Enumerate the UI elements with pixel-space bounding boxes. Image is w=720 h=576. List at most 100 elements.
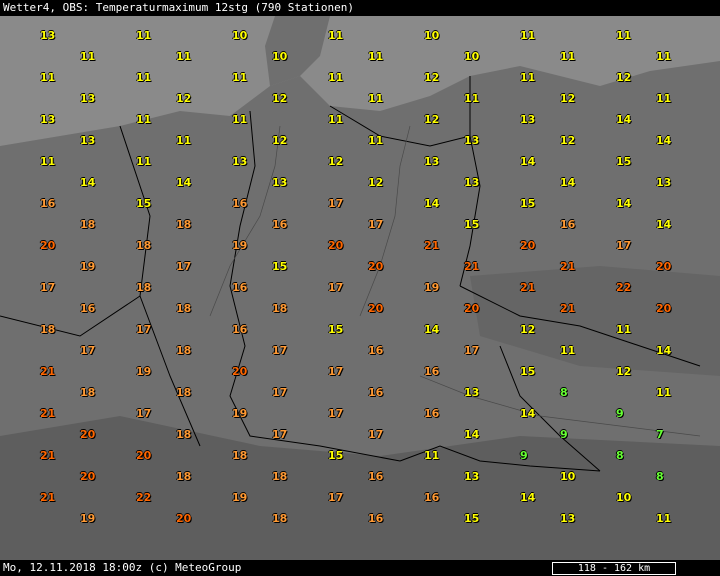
station-reading: 16 — [368, 470, 384, 483]
station-reading: 14 — [656, 134, 672, 147]
station-reading: 21 — [40, 491, 56, 504]
station-reading: 8 — [616, 449, 624, 462]
station-reading: 19 — [80, 512, 96, 525]
station-reading: 10 — [560, 470, 576, 483]
station-reading: 13 — [40, 113, 56, 126]
station-reading: 17 — [328, 197, 344, 210]
station-reading: 18 — [176, 386, 192, 399]
station-reading: 12 — [272, 134, 288, 147]
station-reading: 22 — [616, 281, 632, 294]
station-reading: 9 — [520, 449, 528, 462]
station-reading: 17 — [368, 428, 384, 441]
station-reading: 13 — [464, 470, 480, 483]
station-reading: 15 — [520, 197, 536, 210]
station-reading: 17 — [328, 281, 344, 294]
station-reading: 16 — [560, 218, 576, 231]
station-reading: 14 — [560, 176, 576, 189]
station-reading: 22 — [136, 491, 152, 504]
station-reading: 18 — [176, 344, 192, 357]
station-reading: 18 — [80, 386, 96, 399]
station-reading: 17 — [328, 491, 344, 504]
station-reading: 11 — [656, 512, 672, 525]
station-reading: 11 — [424, 449, 440, 462]
station-reading: 18 — [176, 302, 192, 315]
station-reading: 13 — [560, 512, 576, 525]
station-reading: 16 — [272, 218, 288, 231]
station-reading: 13 — [272, 176, 288, 189]
station-reading: 21 — [560, 260, 576, 273]
station-reading: 18 — [176, 428, 192, 441]
scale-bar: 118 - 162 km — [552, 562, 676, 575]
station-reading: 11 — [176, 134, 192, 147]
station-reading: 16 — [368, 386, 384, 399]
station-reading: 14 — [520, 407, 536, 420]
station-reading: 16 — [424, 491, 440, 504]
station-reading: 18 — [272, 512, 288, 525]
station-reading: 12 — [560, 92, 576, 105]
station-reading: 13 — [464, 386, 480, 399]
station-reading: 14 — [80, 176, 96, 189]
station-reading: 17 — [136, 407, 152, 420]
station-labels: 13 11 10 11 10 11 11 11 11 10 11 10 11 11 11 11 11 11 12 11… — [0, 16, 720, 560]
station-reading: 16 — [368, 512, 384, 525]
station-reading: 10 — [232, 29, 248, 42]
station-reading: 15 — [616, 155, 632, 168]
station-reading: 17 — [272, 386, 288, 399]
station-reading: 11 — [176, 50, 192, 63]
station-reading: 15 — [464, 218, 480, 231]
station-reading: 20 — [176, 512, 192, 525]
station-reading: 18 — [272, 470, 288, 483]
station-reading: 15 — [464, 512, 480, 525]
station-reading: 13 — [656, 176, 672, 189]
station-reading: 11 — [232, 71, 248, 84]
station-reading: 20 — [368, 302, 384, 315]
station-reading: 11 — [232, 113, 248, 126]
timestamp: Mo, 12.11.2018 18:00z (c) MeteoGroup — [3, 561, 242, 574]
station-reading: 12 — [368, 176, 384, 189]
station-reading: 13 — [80, 92, 96, 105]
station-reading: 16 — [368, 344, 384, 357]
station-reading: 17 — [368, 218, 384, 231]
station-reading: 13 — [80, 134, 96, 147]
station-reading: 20 — [368, 260, 384, 273]
station-reading: 13 — [464, 134, 480, 147]
station-reading: 17 — [80, 344, 96, 357]
station-reading: 14 — [656, 218, 672, 231]
station-reading: 16 — [232, 281, 248, 294]
station-reading: 11 — [80, 50, 96, 63]
station-reading: 21 — [520, 281, 536, 294]
station-reading: 14 — [176, 176, 192, 189]
station-reading: 16 — [232, 197, 248, 210]
title-bar: Wetter4, OBS: Temperaturmaximum 12stg (7… — [0, 0, 720, 16]
station-reading: 15 — [520, 365, 536, 378]
station-reading: 10 — [464, 50, 480, 63]
station-reading: 12 — [560, 134, 576, 147]
station-reading: 18 — [272, 302, 288, 315]
station-reading: 19 — [424, 281, 440, 294]
station-reading: 16 — [40, 197, 56, 210]
station-reading: 11 — [656, 92, 672, 105]
station-reading: 20 — [40, 239, 56, 252]
station-reading: 21 — [40, 365, 56, 378]
station-reading: 20 — [232, 365, 248, 378]
station-reading: 19 — [232, 491, 248, 504]
station-reading: 14 — [464, 428, 480, 441]
station-reading: 20 — [136, 449, 152, 462]
station-reading: 14 — [520, 491, 536, 504]
station-reading: 20 — [464, 302, 480, 315]
station-reading: 12 — [424, 113, 440, 126]
station-reading: 21 — [560, 302, 576, 315]
station-reading: 17 — [40, 281, 56, 294]
station-reading: 11 — [328, 113, 344, 126]
status-bar: Mo, 12.11.2018 18:00z (c) MeteoGroup 118… — [0, 560, 720, 576]
map-title: Wetter4, OBS: Temperaturmaximum 12stg (7… — [3, 1, 354, 14]
station-reading: 13 — [464, 176, 480, 189]
station-reading: 12 — [328, 155, 344, 168]
station-reading: 14 — [424, 197, 440, 210]
station-reading: 12 — [616, 71, 632, 84]
station-reading: 11 — [656, 50, 672, 63]
station-reading: 16 — [424, 407, 440, 420]
station-reading: 8 — [656, 470, 664, 483]
station-reading: 15 — [272, 260, 288, 273]
station-reading: 17 — [328, 407, 344, 420]
